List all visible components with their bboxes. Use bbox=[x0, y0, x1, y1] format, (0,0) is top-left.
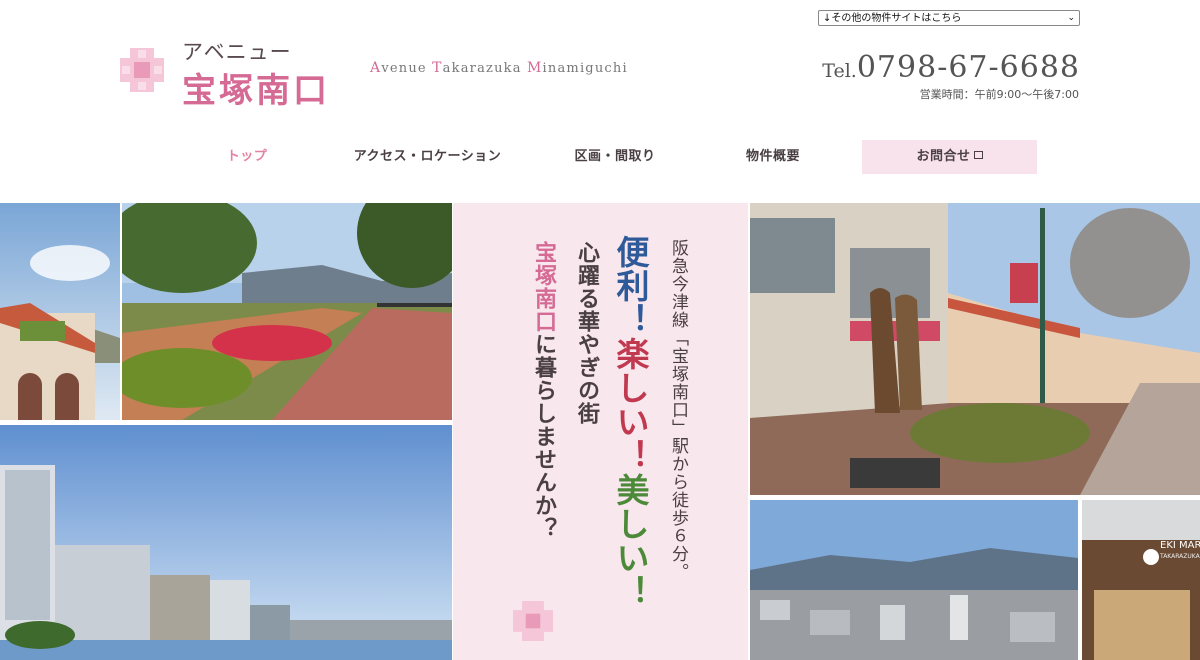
hero-line-station: 阪急今津線「宝塚南口」駅から徒歩６分。 bbox=[668, 239, 688, 581]
nav-contact[interactable]: お問合せ bbox=[862, 140, 1037, 174]
nav-contact-label: お問合せ bbox=[916, 149, 971, 164]
business-hours: 営業時間：午前9:00～午後7:00 bbox=[919, 88, 1079, 101]
nav-overview[interactable]: 物件概要 bbox=[718, 140, 828, 174]
shop-sign: EKI MARCHE bbox=[1160, 540, 1200, 551]
photo-building-arches bbox=[0, 203, 120, 420]
other-sites-select-value: ↓その他の物件サイトはこちら bbox=[823, 13, 962, 24]
logo-flower-icon bbox=[120, 48, 164, 92]
slogan-convenient: 便利！ bbox=[611, 235, 650, 337]
roman-rest-1: venue bbox=[381, 61, 433, 76]
logo-name[interactable]: 宝塚南口 bbox=[182, 63, 330, 112]
logo-kana: アベニュー bbox=[182, 40, 292, 64]
hero-collage: 阪急今津線「宝塚南口」駅から徒歩６分。 便利！楽しい！美しい！ 心躍る華やぎの街… bbox=[0, 203, 1200, 660]
tel-number: 0798-67-6688 bbox=[856, 50, 1080, 85]
nav-top[interactable]: トップ bbox=[205, 140, 289, 174]
photo-river-cityscape bbox=[0, 425, 452, 660]
shop-sign-text: EKI MARCHE bbox=[1160, 540, 1200, 551]
hero-copy-panel: 阪急今津線「宝塚南口」駅から徒歩６分。 便利！楽しい！美しい！ 心躍る華やぎの街… bbox=[453, 203, 748, 660]
other-sites-select[interactable]: ↓その他の物件サイトはこちら ⌄ bbox=[818, 10, 1080, 26]
photo-shop-front bbox=[1082, 500, 1200, 660]
slogan-beautiful: 美しい！ bbox=[611, 473, 650, 609]
photo-city-panorama bbox=[750, 500, 1078, 660]
photo-garden-promenade bbox=[122, 203, 452, 420]
main-nav: トップ アクセス・ロケーション 区画・間取り 物件概要 お問合せ bbox=[0, 140, 1200, 176]
hero-line-town: 心躍る華やぎの街 bbox=[574, 241, 600, 425]
phone-number[interactable]: Tel.0798-67-6688 bbox=[822, 50, 1080, 85]
slogan-fun: 楽しい！ bbox=[611, 337, 650, 473]
nav-plan[interactable]: 区画・間取り bbox=[555, 140, 675, 174]
nav-access[interactable]: アクセス・ロケーション bbox=[345, 140, 510, 174]
roman-rest-2: akarazuka bbox=[442, 61, 527, 76]
hero-line-invite: 宝塚南口に暮らしませんか？ bbox=[528, 241, 560, 540]
logo-roman-name: Avenue Takarazuka Minamiguchi bbox=[370, 60, 628, 76]
flower-ornament-icon bbox=[513, 601, 553, 641]
shop-sign-sub: TAKARAZUKA bbox=[1160, 553, 1200, 560]
external-link-icon bbox=[973, 151, 983, 159]
tel-label: Tel. bbox=[822, 60, 857, 82]
chevron-down-icon: ⌄ bbox=[1067, 13, 1075, 23]
hero-line-slogan: 便利！楽しい！美しい！ bbox=[606, 235, 654, 609]
invite-place: 宝塚南口 bbox=[531, 241, 557, 333]
roman-cap-3: M bbox=[527, 60, 543, 76]
roman-cap-1: A bbox=[370, 60, 382, 76]
roman-rest-3: inamiguchi bbox=[542, 61, 628, 76]
invite-rest: に暮らしませんか？ bbox=[531, 333, 557, 540]
photo-statue-street bbox=[750, 203, 1200, 495]
roman-cap-2: T bbox=[432, 60, 443, 76]
